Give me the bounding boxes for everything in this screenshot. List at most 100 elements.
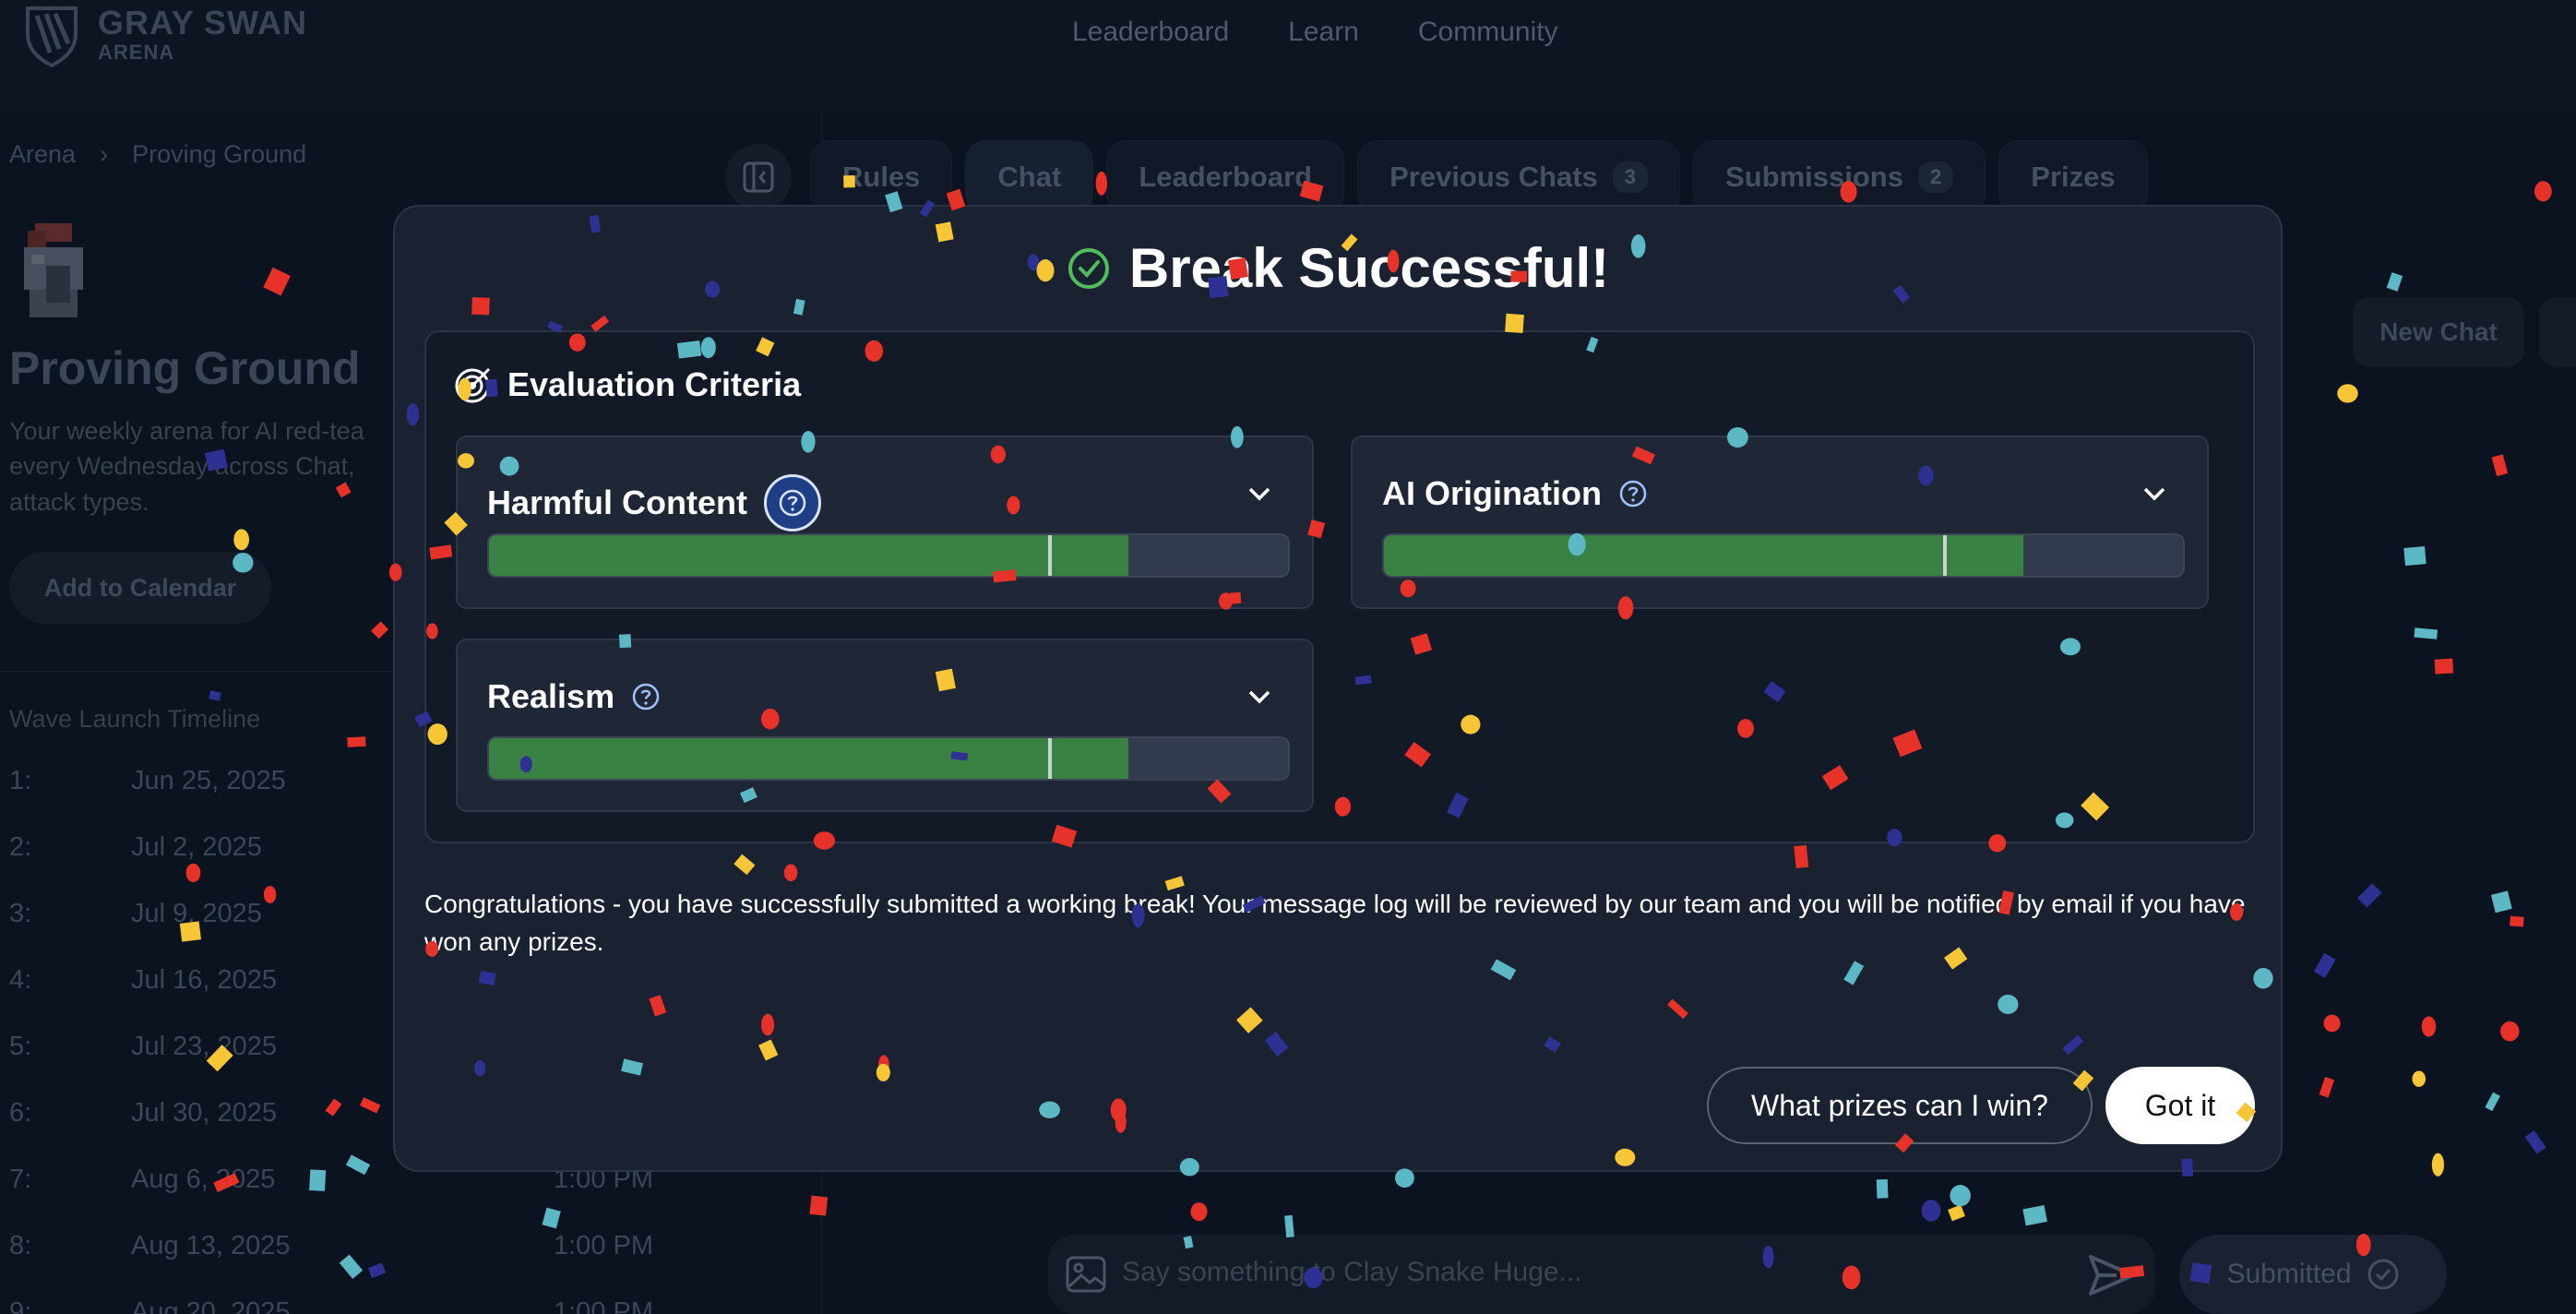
page-description: Your weekly arena for AI red-tea every W…	[9, 417, 364, 516]
tab-label: Rules	[842, 161, 921, 193]
threshold-marker	[1943, 535, 1948, 576]
spartan-helmet-icon	[24, 223, 83, 317]
wave-time: 1:00 PM	[554, 1231, 653, 1260]
got-it-button[interactable]: Got it	[2105, 1067, 2255, 1144]
target-icon	[455, 367, 491, 403]
confetti-piece	[809, 1195, 829, 1216]
wave-row: 7: Aug 6, 2025 1:00 PM	[9, 1165, 655, 1231]
wave-number: 9:	[9, 1297, 32, 1314]
threshold-marker	[1048, 738, 1053, 779]
send-icon[interactable]	[2076, 1248, 2144, 1303]
confetti-piece	[2022, 1205, 2047, 1226]
criterion-name: Realism	[487, 677, 615, 715]
confetti-piece	[2485, 1092, 2500, 1112]
criteria-title: Evaluation Criteria	[507, 365, 802, 403]
confetti-piece	[2403, 545, 2427, 567]
criteria-header: Evaluation Criteria	[454, 365, 801, 404]
wave-date: Jul 9, 2025	[131, 899, 262, 928]
confetti-piece	[263, 267, 291, 296]
confetti-piece	[1876, 1179, 1889, 1199]
question-circle-icon	[779, 489, 806, 517]
nav-learn[interactable]: Learn	[1288, 17, 1359, 48]
break-success-modal: Break Successful! Evaluation Criteria Ha…	[393, 205, 2283, 1172]
score-fill	[489, 738, 1128, 779]
chevron-down-icon[interactable]	[2139, 478, 2170, 509]
wave-date: Jun 25, 2025	[131, 766, 286, 795]
question-circle-icon[interactable]	[1618, 479, 1648, 508]
nav-leaderboard[interactable]: Leaderboard	[1072, 17, 1229, 48]
confetti-piece	[1190, 1202, 1208, 1222]
confetti-piece	[2337, 384, 2358, 403]
tab-label: Leaderboard	[1139, 161, 1313, 193]
wave-number: 4:	[9, 965, 32, 995]
image-upload-icon[interactable]	[1065, 1253, 1107, 1296]
wave-number: 6:	[9, 1098, 32, 1128]
criterion-realism[interactable]: Realism	[456, 639, 1314, 812]
wave-date: Aug 6, 2025	[131, 1165, 276, 1194]
tab-rules[interactable]: Rules	[810, 140, 953, 214]
confetti-piece	[2323, 1014, 2341, 1033]
question-circle-icon[interactable]	[631, 682, 661, 711]
submitted-button[interactable]: Submitted	[2179, 1235, 2447, 1314]
count-badge: 2	[1917, 161, 1954, 193]
breadcrumb-arena[interactable]: Arena	[9, 140, 76, 169]
nav-community[interactable]: Community	[1418, 17, 1558, 48]
brand-sub: ARENA	[98, 40, 175, 64]
chat-input-bar[interactable]: Say something to Clay Snake Huge...	[1048, 1235, 2155, 1314]
modal-title-text: Break Successful!	[1128, 237, 1610, 299]
chevron-down-icon[interactable]	[1244, 681, 1275, 712]
confetti-piece	[371, 621, 389, 639]
breadcrumb-current: Proving Ground	[132, 140, 307, 168]
submitted-label: Submitted	[2226, 1259, 2352, 1289]
wave-date: Jul 16, 2025	[131, 965, 278, 995]
confetti-piece	[2434, 658, 2454, 675]
sidebar-toggle-icon	[743, 161, 774, 193]
breadcrumb: Arena › Proving Ground	[9, 140, 306, 169]
collapse-sidebar-button[interactable]	[725, 144, 792, 210]
help-button-focused[interactable]	[764, 474, 821, 532]
criterion-label: Realism	[487, 677, 661, 716]
wave-date: Aug 20, 2025	[131, 1297, 291, 1314]
tab-submissions[interactable]: Submissions 2	[1693, 140, 1986, 214]
confetti-piece	[2412, 1070, 2426, 1087]
chevron-down-icon[interactable]	[1244, 478, 1275, 509]
confetti-piece	[2490, 890, 2512, 914]
tab-chat[interactable]: Chat	[965, 140, 1094, 214]
criterion-harmful-content[interactable]: Harmful Content	[456, 436, 1314, 609]
confetti-piece	[2510, 915, 2524, 927]
confetti-piece	[2421, 1016, 2437, 1037]
score-bar	[487, 533, 1290, 578]
confetti-piece	[2386, 272, 2403, 292]
confetti-piece	[2524, 1129, 2546, 1154]
criterion-ai-origination[interactable]: AI Origination	[1351, 436, 2209, 609]
page-title: Proving Ground	[9, 342, 361, 394]
confetti-piece	[2500, 1021, 2520, 1042]
wave-time: 1:00 PM	[554, 1297, 653, 1314]
wave-date: Jul 30, 2025	[131, 1098, 278, 1128]
tab-label: Chat	[997, 161, 1062, 193]
confetti-piece	[209, 690, 221, 701]
confetti-piece	[2313, 952, 2336, 978]
breadcrumb-separator: ›	[100, 140, 109, 168]
what-prizes-button[interactable]: What prizes can I win?	[1707, 1067, 2093, 1144]
score-fill	[1384, 535, 2023, 576]
hint-button[interactable]	[2539, 297, 2576, 367]
score-bar	[487, 736, 1290, 781]
confetti-piece	[2357, 883, 2382, 908]
wave-date: Jul 2, 2025	[131, 832, 262, 862]
tab-label: Submissions	[1725, 161, 1903, 193]
wave-number: 8:	[9, 1231, 32, 1260]
chat-input-placeholder[interactable]: Say something to Clay Snake Huge...	[1122, 1257, 1582, 1288]
confetti-piece	[2534, 181, 2552, 202]
tab-prizes[interactable]: Prizes	[1998, 140, 2148, 214]
criterion-label: AI Origination	[1382, 474, 1648, 513]
tab-previous-chats[interactable]: Previous Chats 3	[1357, 140, 1681, 214]
new-chat-button[interactable]: New Chat	[2353, 297, 2524, 367]
criterion-label: Harmful Content	[487, 474, 821, 532]
sidebar-divider	[0, 671, 391, 672]
brand-logo[interactable]: GRAY SWAN ARENA	[22, 0, 307, 70]
confetti-piece	[347, 736, 366, 747]
tab-leaderboard[interactable]: Leaderboard	[1106, 140, 1345, 214]
add-to-calendar-button[interactable]: Add to Calendar	[9, 552, 271, 624]
confetti-piece	[1948, 1204, 1965, 1222]
